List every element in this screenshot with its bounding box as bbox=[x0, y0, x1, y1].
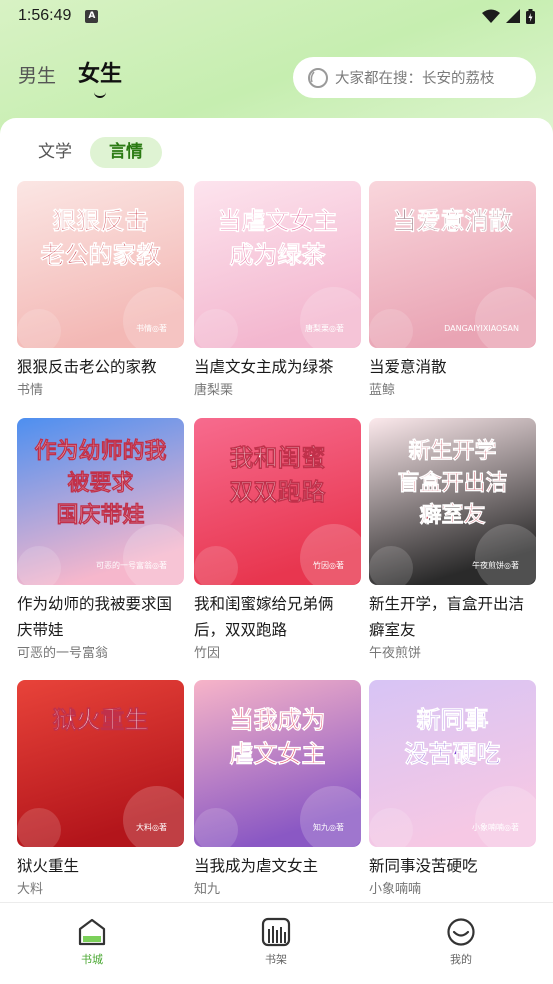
book-author: 可恶的一号富翁 bbox=[17, 646, 109, 661]
main-content: 文学 言情 狠狠反击 老公的家教 书情◎著 狠狠反击老公的家教 书情 当虐文女主 成为绿茶唐… bbox=[0, 118, 553, 902]
search-icon bbox=[308, 67, 328, 88]
cover-title-line: 双双跑路 bbox=[230, 478, 327, 506]
book-cover[interactable]: 新生开学盲盒开出洁癖室友午夜煎饼◎著 bbox=[369, 418, 536, 585]
cover-title-line: 癖室友 bbox=[419, 502, 485, 528]
book-cover[interactable]: 我和闺蜜双双跑路竹因◎著 bbox=[194, 418, 361, 585]
book-author: 唐梨栗 bbox=[194, 383, 234, 398]
nav-profile-label: 我的 bbox=[450, 953, 472, 966]
tab-male[interactable]: 男生 bbox=[18, 61, 56, 88]
cover-title-line: 作为幼师的我 bbox=[34, 438, 166, 464]
status-icons bbox=[482, 8, 535, 24]
book-card[interactable]: 作为幼师的我 被要求 国庆带娃 可恶的一号富翁◎著 作为幼师的我被要求国庆带娃 可恶的一号… bbox=[17, 418, 184, 663]
book-cover[interactable]: 当爱意消散 DANGAIYIXIAOSAN bbox=[369, 181, 536, 348]
signal-icon bbox=[506, 9, 520, 23]
cover-title-line: 当虐文女主 bbox=[218, 207, 338, 235]
cover-title-line: 我和闺蜜 bbox=[230, 444, 326, 472]
cover-author-tag: 可恶的一号富翁◎著 bbox=[96, 560, 167, 570]
cover-author-tag: 竹因◎著 bbox=[313, 560, 344, 570]
gender-tabs: 男生 女生 bbox=[18, 56, 122, 98]
book-title[interactable]: 当虐文女主成为绿茶 bbox=[194, 354, 361, 380]
book-card[interactable]: 当虐文女主 成为绿茶 唐梨栗◎著 当虐文女主成为绿茶 唐梨栗 bbox=[194, 181, 361, 400]
search-input[interactable]: 大家都在搜：长安的荔枝 bbox=[293, 57, 536, 98]
book-cover[interactable]: 当虐文女主成为绿茶唐梨栗◎著 bbox=[194, 181, 361, 348]
cover-author-tag: 书情◎著 bbox=[136, 323, 167, 333]
nav-bookstore-label: 书城 bbox=[81, 953, 103, 966]
book-title[interactable]: 作为幼师的我被要求国庆带娃 bbox=[17, 591, 184, 643]
book-cover[interactable]: 作为幼师的我 被要求国庆带娃可恶的一号富翁◎著 bbox=[17, 418, 184, 585]
tab-literature[interactable]: 文学 bbox=[24, 137, 86, 168]
status-time: 1:56:49 bbox=[18, 7, 72, 24]
book-title[interactable]: 狱火重生 bbox=[17, 853, 184, 879]
bookstore-icon bbox=[78, 918, 106, 946]
cover-title-line: 新同事 bbox=[417, 706, 489, 734]
book-author: 午夜煎饼 bbox=[369, 646, 422, 661]
cover-title-line: 新生开学 bbox=[408, 438, 496, 464]
book-cover[interactable]: 狱火重生大料◎著 bbox=[17, 680, 184, 847]
book-author: 竹因 bbox=[194, 646, 221, 661]
bottom-nav: 书城 书架 我的 bbox=[0, 902, 553, 984]
cover-author-tag: 大料◎著 bbox=[136, 822, 167, 832]
book-card[interactable]: 狱火重生 大料◎著 狱火重生 大料 bbox=[17, 680, 184, 899]
nav-bookstore[interactable]: 书城 bbox=[62, 917, 122, 967]
book-card[interactable]: 新同事 没苦硬吃 小象喃喃◎著 新同事没苦硬吃 小象喃喃 bbox=[369, 680, 536, 899]
cover-title-line: 当我成为 bbox=[230, 706, 326, 734]
cover-title-line: 没苦硬吃 bbox=[405, 740, 501, 768]
book-author: 书情 bbox=[17, 383, 44, 398]
category-tabs: 文学 言情 bbox=[24, 137, 162, 168]
book-title[interactable]: 当爱意消散 bbox=[369, 354, 536, 380]
book-title[interactable]: 当我成为虐文女主 bbox=[194, 853, 361, 879]
cover-title-line: 当爱意消散 bbox=[393, 207, 513, 235]
cover-title-line: 盲盒开出洁 bbox=[397, 470, 507, 496]
book-author: 知九 bbox=[194, 882, 221, 897]
book-author: 小象喃喃 bbox=[369, 882, 422, 897]
book-card[interactable]: 我和闺蜜双双跑路竹因◎著我和闺蜜嫁给兄弟俩后，双双跑路竹因 bbox=[194, 418, 361, 663]
status-bar: 1:56:49 A bbox=[0, 0, 553, 32]
book-author: 蓝鲸 bbox=[369, 383, 396, 398]
notification-icon: A bbox=[85, 9, 99, 23]
cover-author-tag: DANGAIYIXIAOSAN bbox=[444, 324, 519, 333]
bookshelf-icon bbox=[261, 917, 291, 947]
nav-bookshelf[interactable]: 书架 bbox=[246, 917, 306, 967]
book-card[interactable]: 新生开学盲盒开出洁癖室友午夜煎饼◎著新生开学，盲盒开出洁癖室友午夜煎饼 bbox=[369, 418, 536, 663]
tab-female[interactable]: 女生 bbox=[78, 56, 122, 98]
wifi-icon bbox=[482, 9, 500, 23]
profile-icon bbox=[447, 918, 475, 946]
book-card[interactable]: 当爱意消散 DANGAIYIXIAOSAN 当爱意消散蓝鲸 bbox=[369, 181, 536, 400]
search-placeholder: 大家都在搜：长安的荔枝 bbox=[335, 71, 495, 87]
cover-author-tag: 唐梨栗◎著 bbox=[305, 323, 344, 333]
book-title[interactable]: 新同事没苦硬吃 bbox=[369, 853, 536, 879]
book-cover[interactable]: 新同事没苦硬吃小象喃喃◎著 bbox=[369, 680, 536, 847]
cover-title-line: 被要求 bbox=[67, 471, 133, 496]
book-cover[interactable]: 当我成为虐文女主知九◎著 bbox=[194, 680, 361, 847]
book-cover[interactable]: 狠狠反击老公的家教书情◎著 bbox=[17, 181, 184, 348]
cover-author-tag: 知九◎著 bbox=[313, 822, 344, 832]
book-title[interactable]: 我和闺蜜嫁给兄弟俩后，双双跑路 bbox=[194, 591, 361, 643]
cover-author-tag: 小象喃喃◎著 bbox=[472, 822, 519, 832]
cover-title-line: 狠狠反击 bbox=[53, 207, 149, 235]
cover-author-tag: 午夜煎饼◎著 bbox=[472, 560, 519, 570]
cover-title-line: 老公的家教 bbox=[41, 241, 162, 269]
cover-title-line: 成为绿茶 bbox=[230, 241, 327, 269]
cover-title-line: 国庆带娃 bbox=[56, 502, 144, 528]
tab-romance[interactable]: 言情 bbox=[90, 137, 162, 168]
nav-profile[interactable]: 我的 bbox=[431, 917, 491, 967]
cover-title-line: 狱火重生 bbox=[53, 706, 149, 734]
book-card[interactable]: 当我成为 虐文女主 知九◎著 当我成为虐文女主 知九 bbox=[194, 680, 361, 899]
battery-icon bbox=[526, 8, 535, 24]
nav-bookshelf-label: 书架 bbox=[265, 953, 287, 966]
book-title[interactable]: 新生开学，盲盒开出洁癖室友 bbox=[369, 591, 536, 643]
book-author: 大料 bbox=[17, 882, 44, 897]
cover-title-line: 虐文女主 bbox=[230, 740, 326, 768]
book-title[interactable]: 狠狠反击老公的家教 bbox=[17, 354, 184, 380]
book-card[interactable]: 狠狠反击 老公的家教 书情◎著 狠狠反击老公的家教 书情 bbox=[17, 181, 184, 400]
